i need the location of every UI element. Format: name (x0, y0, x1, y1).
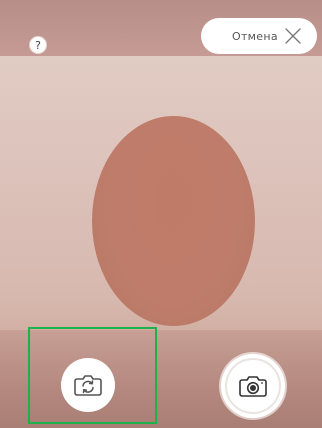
switch-camera-button[interactable] (61, 358, 115, 412)
camera-switch-icon (74, 375, 102, 396)
question-mark-icon: ? (35, 38, 41, 52)
shutter-button[interactable] (221, 354, 285, 418)
cancel-button[interactable]: Отмена (201, 18, 317, 54)
close-icon (285, 28, 301, 44)
cancel-label: Отмена (232, 29, 278, 43)
help-button[interactable]: ? (29, 36, 47, 54)
shutter-inner-ring (225, 358, 281, 414)
camera-screen: ? Отмена (0, 0, 322, 428)
face-guide-oval (92, 116, 255, 326)
camera-icon (239, 376, 267, 397)
